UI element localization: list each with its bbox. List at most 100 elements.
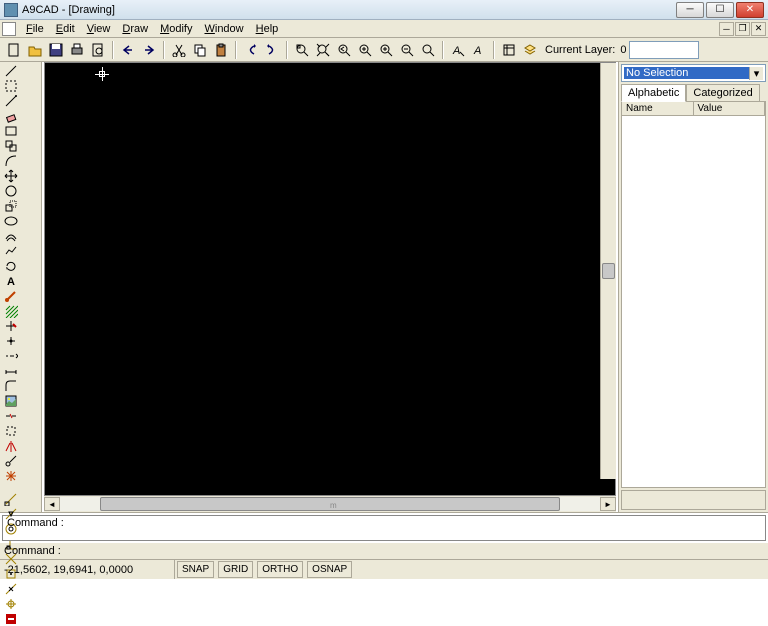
move-tool[interactable]: [1, 168, 21, 183]
drawing-canvas[interactable]: [44, 62, 616, 496]
snap-toggle[interactable]: SNAP: [177, 561, 214, 578]
text-button[interactable]: A: [469, 40, 489, 60]
snap-nearest-tool[interactable]: [1, 581, 21, 596]
properties-button[interactable]: [499, 40, 519, 60]
point-tool[interactable]: [1, 333, 21, 348]
rectangle-tool[interactable]: [1, 123, 21, 138]
column-value: Value: [694, 102, 766, 115]
menu-view[interactable]: View: [81, 22, 117, 36]
zoom-in-button[interactable]: [376, 40, 396, 60]
redo-button[interactable]: [139, 40, 159, 60]
text-tool[interactable]: A: [1, 273, 21, 288]
document-icon: [2, 22, 16, 36]
pan-button[interactable]: [418, 40, 438, 60]
arc-tool[interactable]: [1, 153, 21, 168]
snap-node-tool[interactable]: [1, 596, 21, 611]
mirror-tool[interactable]: [1, 438, 21, 453]
selection-text: No Selection: [624, 67, 749, 79]
maximize-button[interactable]: ☐: [706, 2, 734, 18]
zoom-window-button[interactable]: [292, 40, 312, 60]
snap-endpoint-tool[interactable]: [1, 491, 21, 506]
svg-text:A: A: [452, 45, 460, 57]
menu-file[interactable]: File: [20, 22, 50, 36]
zoom-out-button[interactable]: [397, 40, 417, 60]
column-name: Name: [622, 102, 694, 115]
dimension-tool[interactable]: [1, 363, 21, 378]
zoom-previous-button[interactable]: [334, 40, 354, 60]
command-line[interactable]: Command :: [0, 543, 768, 559]
menu-draw[interactable]: Draw: [116, 22, 154, 36]
menu-window[interactable]: Window: [198, 22, 249, 36]
zoom-extents-button[interactable]: [313, 40, 333, 60]
fillet-tool[interactable]: [1, 378, 21, 393]
new-button[interactable]: [4, 40, 24, 60]
coordinates-display: -21,5602, 19,6941, 0,0000: [0, 560, 175, 579]
circle-tool[interactable]: [1, 183, 21, 198]
left-toolbar: A: [0, 62, 42, 512]
match-tool[interactable]: [1, 288, 21, 303]
print-button[interactable]: [67, 40, 87, 60]
menu-edit[interactable]: Edit: [50, 22, 81, 36]
back-button[interactable]: [241, 40, 261, 60]
svg-text:A: A: [7, 276, 15, 288]
svg-text:A: A: [473, 45, 481, 57]
image-tool[interactable]: [1, 393, 21, 408]
vertical-scrollbar[interactable]: [600, 63, 616, 479]
region-tool[interactable]: [1, 423, 21, 438]
save-button[interactable]: [46, 40, 66, 60]
minimize-button[interactable]: ─: [676, 2, 704, 18]
break-tool[interactable]: [1, 408, 21, 423]
scale-tool[interactable]: [1, 198, 21, 213]
hatch-tool[interactable]: [1, 303, 21, 318]
preview-button[interactable]: [88, 40, 108, 60]
menu-modify[interactable]: Modify: [154, 22, 198, 36]
command-area: Command : Command :: [0, 512, 768, 559]
copy-tool[interactable]: [1, 138, 21, 153]
selection-dropdown[interactable]: No Selection ▾: [621, 64, 766, 82]
dropdown-arrow-icon: ▾: [749, 67, 763, 80]
menu-help[interactable]: Help: [250, 22, 285, 36]
layers-button[interactable]: [520, 40, 540, 60]
erase-tool[interactable]: [1, 108, 21, 123]
ellipse-tool[interactable]: [1, 213, 21, 228]
tab-alphabetic[interactable]: Alphabetic: [621, 84, 686, 102]
statusbar: -21,5602, 19,6941, 0,0000 SNAP GRID ORTH…: [0, 559, 768, 579]
forward-button[interactable]: [262, 40, 282, 60]
polyline-tool[interactable]: [1, 243, 21, 258]
osnap-toggle[interactable]: OSNAP: [307, 561, 352, 578]
explode-tool[interactable]: [1, 468, 21, 483]
layer-dropdown[interactable]: [629, 41, 699, 59]
current-layer-value: 0: [620, 44, 626, 56]
grid-toggle[interactable]: GRID: [218, 561, 253, 578]
zoom-realtime-button[interactable]: [355, 40, 375, 60]
mdi-close-button[interactable]: ✕: [751, 22, 766, 36]
paste-button[interactable]: [211, 40, 231, 60]
line-tool[interactable]: [1, 63, 21, 78]
ortho-toggle[interactable]: ORTHO: [257, 561, 303, 578]
cut-button[interactable]: [169, 40, 189, 60]
ray-tool[interactable]: [1, 93, 21, 108]
undo-button[interactable]: [118, 40, 138, 60]
scroll-left-button[interactable]: ◄: [44, 497, 60, 511]
snap-none-tool[interactable]: [1, 611, 21, 626]
select-window-tool[interactable]: [1, 78, 21, 93]
copy-button[interactable]: [190, 40, 210, 60]
command-log[interactable]: Command :: [2, 515, 766, 541]
text-style-button[interactable]: A: [448, 40, 468, 60]
current-layer-label: Current Layer:: [545, 44, 615, 56]
menubar: File Edit View Draw Modify Window Help ─…: [0, 20, 768, 38]
horizontal-scrollbar[interactable]: ◄ m ►: [44, 496, 616, 512]
pointpick-tool[interactable]: [1, 453, 21, 468]
trim-tool[interactable]: [1, 318, 21, 333]
rotate-tool[interactable]: [1, 258, 21, 273]
mdi-restore-button[interactable]: ❐: [735, 22, 750, 36]
open-button[interactable]: [25, 40, 45, 60]
extend-tool[interactable]: [1, 348, 21, 363]
tab-categorized[interactable]: Categorized: [686, 84, 759, 102]
offset-tool[interactable]: [1, 228, 21, 243]
mdi-minimize-button[interactable]: ─: [719, 22, 734, 36]
scroll-right-button[interactable]: ►: [600, 497, 616, 511]
close-button[interactable]: ✕: [736, 2, 764, 18]
app-icon: [4, 3, 18, 17]
properties-grid[interactable]: Name Value: [621, 101, 766, 488]
